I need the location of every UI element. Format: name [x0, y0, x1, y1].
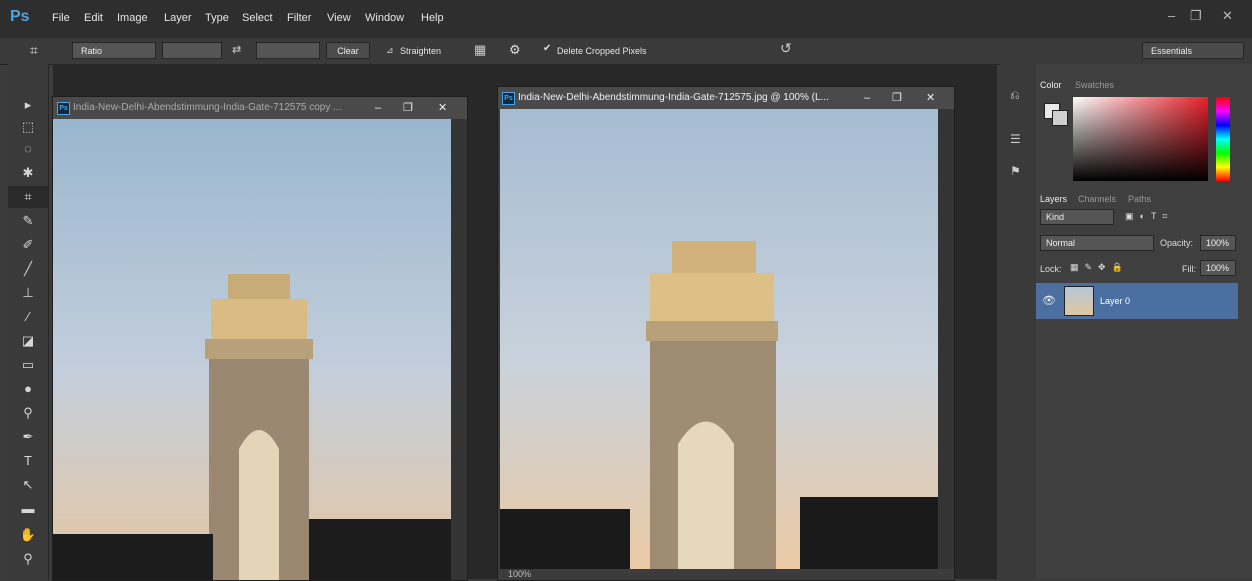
pen-tool-icon[interactable]: ✒: [8, 426, 48, 448]
delete-cropped-label: Delete Cropped Pixels: [557, 46, 647, 56]
tab-swatches[interactable]: Swatches: [1075, 80, 1114, 90]
india-gate-photo-left: [53, 119, 451, 580]
type-tool-icon[interactable]: T: [8, 450, 48, 472]
clone-stamp-tool-icon[interactable]: ⊥: [8, 282, 48, 304]
marquee-tool-icon[interactable]: ⬚: [8, 116, 48, 138]
move-tool-icon[interactable]: ▸: [8, 94, 48, 116]
dodge-tool-icon[interactable]: ⚲: [8, 402, 48, 424]
brush-tool-icon[interactable]: ╱: [8, 258, 48, 280]
rectangle-tool-icon[interactable]: ▬: [8, 498, 48, 520]
india-gate-photo-main: [500, 109, 938, 569]
tab-channels[interactable]: Channels: [1078, 194, 1116, 204]
layer-filter-kind-select[interactable]: Kind: [1040, 209, 1114, 225]
document-title-bar[interactable]: Ps India-New-Delhi-Abendstimmung-India-G…: [53, 97, 467, 119]
eraser-tool-icon[interactable]: ◪: [8, 330, 48, 352]
settings-gear-icon[interactable]: ⚙: [509, 42, 521, 58]
tools-panel: ▸ ⬚ ◌ ✱ ⌗ ✎ ✐ ╱ ⊥ ⁄ ◪ ▭ ● ⚲ ✒ T ↖ ▬ ✋ ⚲: [8, 64, 49, 579]
tab-color[interactable]: Color: [1040, 80, 1062, 90]
clear-button[interactable]: Clear: [326, 42, 370, 59]
properties-icon[interactable]: ☰: [1010, 132, 1021, 146]
document-title: India-New-Delhi-Abendstimmung-India-Gate…: [73, 102, 342, 113]
vertical-scrollbar[interactable]: [451, 119, 467, 580]
lock-icons[interactable]: ▦✎✥🔒: [1070, 262, 1129, 273]
layer-name[interactable]: Layer 0: [1100, 296, 1130, 306]
close-icon[interactable]: ✕: [926, 87, 935, 109]
zoom-tool-icon[interactable]: ⚲: [8, 548, 48, 570]
vertical-scrollbar[interactable]: [938, 109, 954, 569]
eyedropper-tool-icon[interactable]: ✎: [8, 210, 48, 232]
straighten-label[interactable]: Straighten: [400, 46, 441, 56]
opacity-input[interactable]: 100%: [1200, 235, 1236, 251]
menu-file[interactable]: File: [52, 12, 70, 24]
menu-layer[interactable]: Layer: [164, 12, 192, 24]
document-window-copy[interactable]: Ps India-New-Delhi-Abendstimmung-India-G…: [52, 96, 468, 581]
history-icon[interactable]: ⎌: [1010, 88, 1020, 103]
zoom-status[interactable]: 100%: [508, 569, 531, 579]
minimize-icon[interactable]: –: [864, 87, 870, 109]
hand-tool-icon[interactable]: ✋: [8, 524, 48, 546]
brushes-icon[interactable]: ⚑: [1010, 164, 1021, 178]
panel-dock-icons: ⎌ ☰ ⚑: [1000, 64, 1037, 579]
document-canvas[interactable]: [53, 119, 451, 580]
fill-input[interactable]: 100%: [1200, 260, 1236, 276]
minimize-icon[interactable]: –: [375, 97, 381, 119]
document-title-bar[interactable]: Ps India-New-Delhi-Abendstimmung-India-G…: [498, 87, 954, 109]
document-title: India-New-Delhi-Abendstimmung-India-Gate…: [518, 92, 829, 103]
path-selection-tool-icon[interactable]: ↖: [8, 474, 48, 496]
blur-tool-icon[interactable]: ●: [8, 378, 48, 400]
minimize-icon[interactable]: –: [1168, 8, 1175, 23]
history-brush-tool-icon[interactable]: ⁄: [8, 306, 48, 328]
menu-window[interactable]: Window: [365, 12, 404, 24]
blend-mode-select[interactable]: Normal: [1040, 235, 1154, 251]
ratio-select[interactable]: Ratio: [72, 42, 156, 59]
delete-cropped-checkbox[interactable]: ✔: [543, 43, 551, 54]
opacity-label: Opacity:: [1160, 238, 1194, 248]
restore-icon[interactable]: ❐: [403, 97, 413, 119]
eye-visibility-icon[interactable]: 👁: [1042, 294, 1056, 307]
document-canvas[interactable]: [500, 109, 938, 569]
menu-edit[interactable]: Edit: [84, 12, 103, 24]
lock-label: Lock:: [1040, 264, 1062, 274]
healing-brush-tool-icon[interactable]: ✐: [8, 234, 48, 256]
layer-filter-icons[interactable]: ▣◐T⌗: [1125, 211, 1174, 222]
crop-tool-icon[interactable]: ⌗: [8, 186, 48, 208]
restore-icon[interactable]: ❐: [892, 87, 902, 109]
fill-label: Fill:: [1182, 264, 1196, 274]
gradient-tool-icon[interactable]: ▭: [8, 354, 48, 376]
ps-doc-icon: Ps: [57, 102, 70, 115]
close-icon[interactable]: ✕: [1222, 8, 1233, 24]
crop-tool-icon[interactable]: ⌗: [30, 42, 38, 59]
ps-doc-icon: Ps: [502, 92, 515, 105]
menu-type[interactable]: Type: [205, 12, 229, 24]
magic-wand-tool-icon[interactable]: ✱: [8, 162, 48, 184]
swap-icon[interactable]: ⇄: [232, 43, 241, 56]
overlay-grid-icon[interactable]: ▦: [474, 42, 486, 58]
menu-help[interactable]: Help: [421, 12, 444, 24]
ratio-width-input[interactable]: [162, 42, 222, 59]
tab-layers[interactable]: Layers: [1040, 194, 1067, 204]
menu-image[interactable]: Image: [117, 12, 148, 24]
color-picker-field[interactable]: [1073, 97, 1208, 181]
background-color-swatch[interactable]: [1052, 110, 1068, 126]
hue-slider[interactable]: [1216, 97, 1230, 181]
workspace-preset-select[interactable]: Essentials: [1142, 42, 1244, 59]
close-icon[interactable]: ✕: [438, 97, 447, 119]
tab-paths[interactable]: Paths: [1128, 194, 1151, 204]
lasso-tool-icon[interactable]: ◌: [8, 138, 48, 160]
straighten-icon[interactable]: ⊿: [386, 45, 394, 56]
menu-filter[interactable]: Filter: [287, 12, 311, 24]
ratio-height-input[interactable]: [256, 42, 320, 59]
document-window-active[interactable]: Ps India-New-Delhi-Abendstimmung-India-G…: [497, 86, 955, 581]
layer-thumbnail: [1064, 286, 1094, 316]
menu-view[interactable]: View: [327, 12, 351, 24]
menu-select[interactable]: Select: [242, 12, 273, 24]
reset-icon[interactable]: ↺: [780, 40, 792, 57]
app-logo: Ps: [10, 8, 30, 25]
restore-icon[interactable]: ❐: [1190, 8, 1202, 24]
